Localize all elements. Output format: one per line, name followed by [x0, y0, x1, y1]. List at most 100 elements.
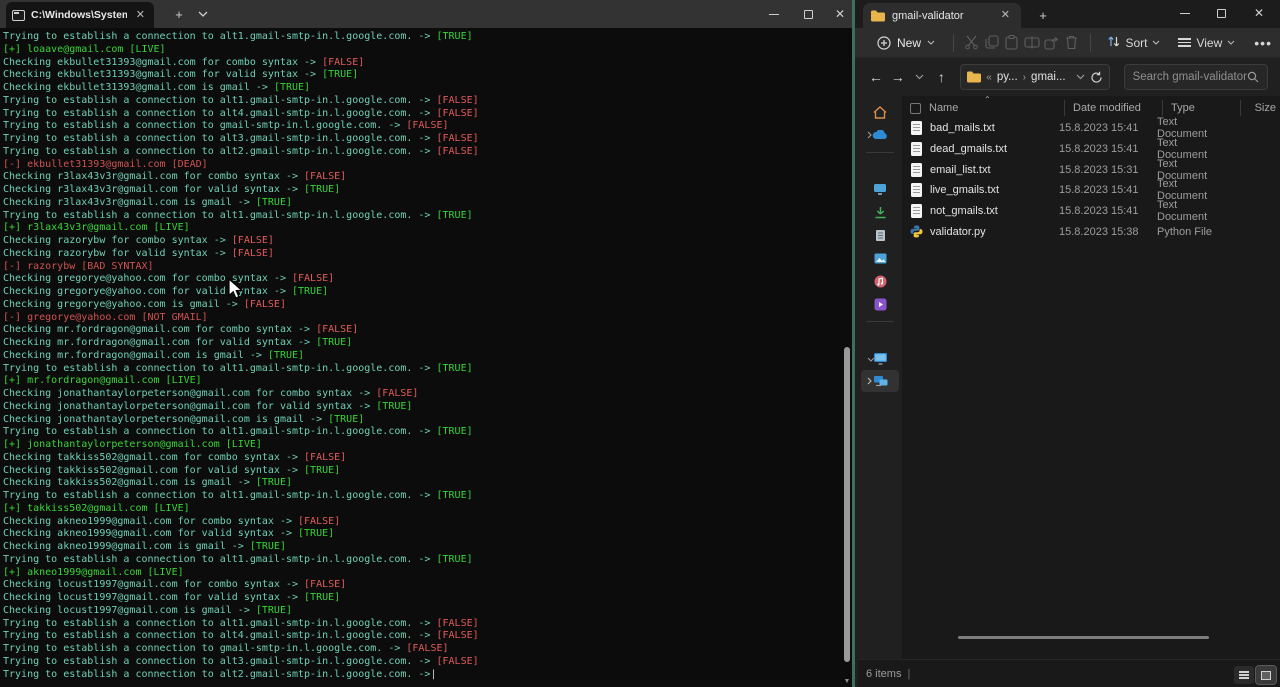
terminal-line: Checking takkiss502@gmail.com is gmail -…: [3, 477, 842, 490]
terminal-scroll-down-icon[interactable]: ▼: [843, 678, 851, 685]
status-token: [FALSE]: [406, 643, 448, 654]
refresh-icon[interactable]: [1090, 71, 1103, 84]
terminal-line: Trying to establish a connection to alt1…: [3, 31, 842, 44]
explorer-tab-close-icon[interactable]: ✕: [998, 8, 1013, 23]
column-header-type[interactable]: Type: [1162, 100, 1240, 116]
sidebar-item-pictures[interactable]: [861, 247, 899, 269]
python-file-icon: [910, 225, 923, 238]
terminal-line: Trying to establish a connection to gmai…: [3, 643, 842, 656]
sidebar-item-onedrive[interactable]: [861, 124, 899, 146]
sort-arrows-icon: [1107, 35, 1120, 51]
terminal-new-tab-button[interactable]: +: [166, 0, 192, 28]
column-header-date-modified[interactable]: Date modified: [1064, 100, 1162, 116]
breadcrumb-overflow-icon[interactable]: «: [986, 72, 992, 83]
breadcrumb[interactable]: « py... › gmai...: [960, 64, 1109, 90]
terminal-line: Checking takkiss502@gmail.com for combo …: [3, 452, 842, 465]
details-view-button[interactable]: [1234, 666, 1254, 684]
more-options-button[interactable]: •••: [1246, 35, 1280, 51]
sidebar-item-music[interactable]: [861, 270, 899, 292]
recent-locations-icon[interactable]: [911, 65, 929, 89]
sidebar-item-this-pc[interactable]: [861, 347, 899, 369]
large-icons-view-button[interactable]: [1256, 666, 1276, 684]
status-token: [TRUE]: [304, 592, 340, 603]
file-icon-cell: [902, 204, 930, 218]
terminal-line: [+] mr.fordragon@gmail.com [LIVE]: [3, 375, 842, 388]
file-row[interactable]: bad_mails.txt15.8.2023 15:41Text Documen…: [902, 118, 1280, 139]
breadcrumb-item-current[interactable]: gmai...: [1031, 71, 1066, 83]
back-button[interactable]: ←: [867, 65, 885, 89]
column-header-size[interactable]: Size: [1240, 100, 1280, 116]
explorer-address-bar: ← → ↑ « py... › gmai... Search gmail-val…: [855, 58, 1280, 96]
terminal-minimize-button[interactable]: [758, 0, 790, 28]
terminal-line: Trying to establish a connection to alt1…: [3, 95, 842, 108]
chevron-right-icon[interactable]: [867, 372, 872, 390]
item-count: 6 items: [866, 668, 901, 680]
rename-button[interactable]: [1024, 32, 1040, 54]
terminal-line: [+] r3lax43v3r@gmail.com [LIVE]: [3, 222, 842, 235]
explorer-close-button[interactable]: ✕: [1242, 0, 1276, 26]
terminal-window: C:\Windows\System32\cmd.e ✕ + ✕ Trying t…: [0, 0, 852, 687]
delete-button[interactable]: [1064, 32, 1080, 54]
terminal-tab-bar: C:\Windows\System32\cmd.e ✕ + ✕: [0, 0, 852, 28]
copy-button[interactable]: [984, 32, 1000, 54]
explorer-maximize-button[interactable]: [1204, 0, 1238, 26]
terminal-line: Checking jonathantaylorpeterson@gmail.co…: [3, 414, 842, 427]
sidebar-item-documents[interactable]: [861, 224, 899, 246]
terminal-line: Checking locust1997@gmail.com for valid …: [3, 592, 842, 605]
sidebar-item-desktop[interactable]: [861, 178, 899, 200]
status-token: [FALSE]: [304, 452, 346, 463]
breadcrumb-chevron-icon: ›: [1023, 72, 1026, 83]
select-all-checkbox[interactable]: [910, 103, 921, 114]
chevron-down-icon[interactable]: [867, 349, 875, 367]
forward-button[interactable]: →: [889, 65, 907, 89]
search-input[interactable]: Search gmail-validator: [1124, 64, 1268, 90]
sidebar-item-home[interactable]: [861, 101, 899, 123]
terminal-output[interactable]: Trying to establish a connection to alt1…: [0, 28, 842, 687]
explorer-tab[interactable]: gmail-validator ✕: [863, 3, 1021, 28]
file-row[interactable]: dead_gmails.txt15.8.2023 15:41Text Docum…: [902, 139, 1280, 160]
file-name: bad_mails.txt: [930, 122, 1051, 134]
explorer-new-tab-button[interactable]: +: [1031, 3, 1055, 28]
chevron-right-icon[interactable]: [867, 126, 872, 144]
sort-button[interactable]: Sort: [1100, 31, 1167, 55]
terminal-line: Trying to establish a connection to alt1…: [3, 363, 842, 376]
file-row[interactable]: validator.py15.8.2023 15:38Python File: [902, 221, 1280, 242]
sidebar-divider: [866, 321, 894, 322]
terminal-scrollbar[interactable]: ▼: [843, 30, 851, 685]
file-row[interactable]: live_gmails.txt15.8.2023 15:41Text Docum…: [902, 180, 1280, 201]
address-dropdown-icon[interactable]: [1076, 74, 1085, 80]
view-button[interactable]: View: [1171, 32, 1242, 54]
videos-icon: [874, 298, 887, 311]
horizontal-scrollbar-thumb[interactable]: [958, 636, 1209, 639]
terminal-line: Checking razorybw for valid syntax -> [F…: [3, 248, 842, 261]
terminal-line: Checking mr.fordragon@gmail.com is gmail…: [3, 350, 842, 363]
terminal-line: Checking r3lax43v3r@gmail.com for combo …: [3, 171, 842, 184]
explorer-minimize-button[interactable]: [1168, 0, 1202, 26]
file-row[interactable]: not_gmails.txt15.8.2023 15:41Text Docume…: [902, 201, 1280, 222]
terminal-line: Checking ekbullet31393@gmail.com is gmai…: [3, 82, 842, 95]
terminal-tab[interactable]: C:\Windows\System32\cmd.e ✕: [6, 2, 154, 28]
terminal-tab-dropdown-icon[interactable]: [190, 0, 216, 28]
terminal-tab-close-icon[interactable]: ✕: [133, 8, 148, 23]
sidebar-item-downloads[interactable]: [861, 201, 899, 223]
paste-button[interactable]: [1004, 32, 1020, 54]
file-row[interactable]: email_list.txt15.8.2023 15:31Text Docume…: [902, 159, 1280, 180]
terminal-maximize-button[interactable]: [792, 0, 824, 28]
terminal-line: Checking r3lax43v3r@gmail.com is gmail -…: [3, 197, 842, 210]
status-token: [FALSE]: [304, 579, 346, 590]
terminal-scrollbar-thumb[interactable]: [844, 347, 850, 662]
sort-ascending-icon: ⌃: [984, 95, 991, 104]
new-button[interactable]: New: [869, 32, 943, 54]
terminal-line: Checking locust1997@gmail.com for combo …: [3, 579, 842, 592]
sidebar-item-videos[interactable]: [861, 293, 899, 315]
breadcrumb-item-parent[interactable]: py...: [997, 71, 1018, 83]
up-button[interactable]: ↑: [932, 65, 950, 89]
column-header-name[interactable]: Name ⌃: [929, 102, 1064, 114]
file-name: live_gmails.txt: [930, 184, 1051, 196]
horizontal-scrollbar[interactable]: [958, 636, 1260, 639]
cut-button[interactable]: [964, 32, 980, 54]
share-button[interactable]: [1044, 32, 1060, 54]
file-rows: bad_mails.txt15.8.2023 15:41Text Documen…: [902, 118, 1280, 242]
sidebar-item-network[interactable]: [861, 370, 899, 392]
terminal-line: Trying to establish a connection to alt2…: [3, 146, 842, 159]
